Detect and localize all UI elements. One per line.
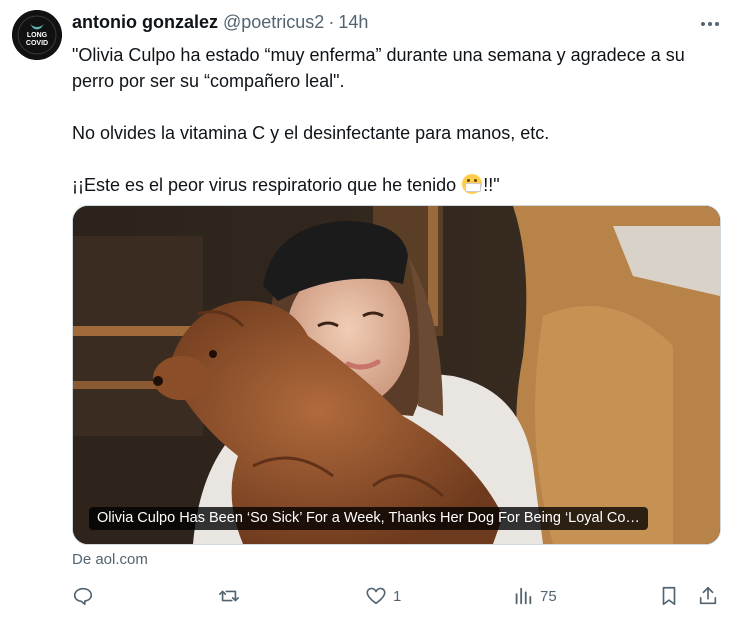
share-icon (699, 586, 717, 605)
share-button[interactable] (697, 582, 719, 610)
reply-icon (73, 587, 93, 606)
tweet-header: antonio gonzalez @poetricus2 · 14h (72, 12, 368, 33)
separator-dot: · (328, 12, 335, 32)
views-count: 75 (540, 587, 557, 605)
link-card-title[interactable]: Olivia Culpo Has Been ‘So Sick’ For a We… (89, 507, 648, 530)
avatar[interactable]: LONG COVID (12, 10, 62, 60)
bookmark-icon (662, 586, 676, 606)
author-handle[interactable]: @poetricus2 (223, 12, 324, 33)
more-options-button[interactable] (698, 14, 722, 34)
tweet-line-3-end: !!" (483, 175, 500, 195)
tweet-line-3: ¡¡Este es el peor virus respiratorio que… (72, 172, 722, 198)
avatar-text-top: LONG (27, 32, 48, 39)
tweet-line-3-text: ¡¡Este es el peor virus respiratorio que… (72, 175, 462, 195)
tweet-actions: 1 75 (72, 582, 722, 610)
tweet-line-2: No olvides la vitamina C y el desinfecta… (72, 123, 550, 143)
author-name[interactable]: antonio gonzalez (72, 12, 218, 33)
link-source[interactable]: De aol.com (72, 551, 148, 568)
photo-woman-with-dog (73, 206, 720, 544)
more-horizontal-icon (701, 22, 719, 26)
reply-button[interactable] (72, 582, 100, 610)
views-icon (515, 587, 532, 605)
tweet-time[interactable]: 14h (338, 12, 368, 33)
avatar-text-bottom: COVID (26, 40, 48, 47)
retweet-icon (219, 590, 239, 602)
bookmark-button[interactable] (658, 582, 680, 610)
mask-face-emoji-icon (462, 174, 483, 194)
link-card-image[interactable]: Olivia Culpo Has Been ‘So Sick’ For a We… (72, 205, 721, 545)
retweet-button[interactable] (218, 582, 246, 610)
heart-icon (366, 587, 386, 605)
tweet-text: "Olivia Culpo ha estado “muy enferma” du… (72, 42, 722, 198)
tweet-line-1: "Olivia Culpo ha estado “muy enferma” du… (72, 45, 685, 91)
like-button[interactable]: 1 (365, 582, 401, 610)
like-count: 1 (393, 587, 402, 605)
views-button[interactable]: 75 (512, 582, 557, 610)
